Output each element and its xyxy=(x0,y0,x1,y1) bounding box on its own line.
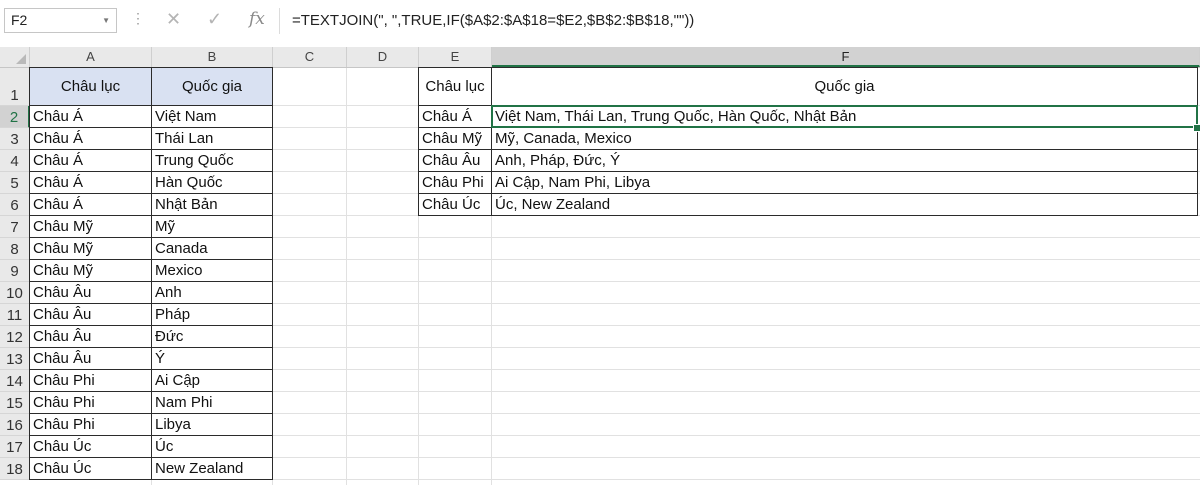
source-cell[interactable]: Châu Á xyxy=(30,194,152,216)
source-cell[interactable]: Châu Á xyxy=(30,150,152,172)
result-cell[interactable]: Úc, New Zealand xyxy=(492,194,1198,216)
source-cell[interactable]: New Zealand xyxy=(152,458,273,480)
formula-input[interactable]: =TEXTJOIN(", ",TRUE,IF($A$2:$A$18=$E2,$B… xyxy=(292,12,694,29)
result-cell[interactable]: Châu Mỹ xyxy=(419,128,492,150)
row-header-6[interactable]: 6 xyxy=(0,194,30,216)
source-cell[interactable]: Châu Âu xyxy=(30,348,152,370)
column-header-d[interactable]: D xyxy=(347,47,419,67)
source-cell[interactable]: Châu Á xyxy=(30,128,152,150)
result-cell[interactable]: Mỹ, Canada, Mexico xyxy=(492,128,1198,150)
select-all-button[interactable] xyxy=(0,47,30,67)
result-cell[interactable]: Châu Âu xyxy=(419,150,492,172)
row-header-18[interactable]: 18 xyxy=(0,458,30,480)
source-cell[interactable]: Châu Phi xyxy=(30,414,152,436)
source-cell[interactable]: Châu Âu xyxy=(30,326,152,348)
source-cell[interactable]: Châu Úc xyxy=(30,458,152,480)
column-headers: ABCDEF xyxy=(0,47,1200,68)
row-header-14[interactable]: 14 xyxy=(0,370,30,392)
source-cell[interactable]: Châu Á xyxy=(30,172,152,194)
row-header-17[interactable]: 17 xyxy=(0,436,30,458)
source-cell[interactable]: Ý xyxy=(152,348,273,370)
source-cell[interactable]: Châu Âu xyxy=(30,282,152,304)
result-header-cell[interactable]: Châu lục xyxy=(419,68,492,106)
source-cell[interactable]: Trung Quốc xyxy=(152,150,273,172)
source-cell[interactable]: Đức xyxy=(152,326,273,348)
row-header-2[interactable]: 2 xyxy=(0,106,30,128)
column-header-c[interactable]: C xyxy=(273,47,347,67)
result-cell[interactable]: Châu Á xyxy=(419,106,492,128)
source-cell[interactable]: Canada xyxy=(152,238,273,260)
row-header-16[interactable]: 16 xyxy=(0,414,30,436)
spreadsheet-grid: ABCDEF 1 2 3 4 5 6 7 8 9 10 11 12 13 14 15 16 17 18 Châu l… xyxy=(0,47,1200,485)
source-cell[interactable]: Châu Á xyxy=(30,106,152,128)
row-header-12[interactable]: 12 xyxy=(0,326,30,348)
row-header-5[interactable]: 5 xyxy=(0,172,30,194)
source-cell[interactable]: Nam Phi xyxy=(152,392,273,414)
source-cell[interactable]: Châu Phi xyxy=(30,370,152,392)
source-cell[interactable]: Pháp xyxy=(152,304,273,326)
result-cell[interactable]: Anh, Pháp, Đức, Ý xyxy=(492,150,1198,172)
chevron-down-icon[interactable]: ▼ xyxy=(102,9,110,32)
row-header-9[interactable]: 9 xyxy=(0,260,30,282)
column-header-a[interactable]: A xyxy=(30,47,152,67)
name-box[interactable]: F2 ▼ xyxy=(4,8,117,33)
result-cell[interactable]: Ai Cập, Nam Phi, Libya xyxy=(492,172,1198,194)
source-cell[interactable]: Việt Nam xyxy=(152,106,273,128)
row-header-4[interactable]: 4 xyxy=(0,150,30,172)
source-header-cell[interactable]: Quốc gia xyxy=(152,68,273,106)
row-header-10[interactable]: 10 xyxy=(0,282,30,304)
formula-bar-divider xyxy=(279,8,280,34)
source-cell[interactable]: Mexico xyxy=(152,260,273,282)
row-header-7[interactable]: 7 xyxy=(0,216,30,238)
source-cell[interactable]: Châu Phi xyxy=(30,392,152,414)
result-cell[interactable]: Việt Nam, Thái Lan, Trung Quốc, Hàn Quốc… xyxy=(492,106,1198,128)
row-header-11[interactable]: 11 xyxy=(0,304,30,326)
source-cell[interactable]: Châu Mỹ xyxy=(30,260,152,282)
source-cell[interactable]: Hàn Quốc xyxy=(152,172,273,194)
row-header-13[interactable]: 13 xyxy=(0,348,30,370)
source-cell[interactable]: Châu Úc xyxy=(30,436,152,458)
name-box-value: F2 xyxy=(11,12,28,28)
fx-icon[interactable]: fx xyxy=(249,9,265,29)
gridline xyxy=(346,68,347,485)
source-cell[interactable]: Úc xyxy=(152,436,273,458)
result-cell[interactable]: Châu Úc xyxy=(419,194,492,216)
source-cell[interactable]: Châu Mỹ xyxy=(30,216,152,238)
row-header-8[interactable]: 8 xyxy=(0,238,30,260)
source-cell[interactable]: Libya xyxy=(152,414,273,436)
formula-bar: F2 ▼ ⋮ ✕ ✓ fx =TEXTJOIN(", ",TRUE,IF($A$… xyxy=(0,0,1200,44)
source-cell[interactable]: Thái Lan xyxy=(152,128,273,150)
result-header-cell[interactable]: Quốc gia xyxy=(492,68,1198,106)
source-cell[interactable]: Châu Âu xyxy=(30,304,152,326)
column-header-f[interactable]: F xyxy=(492,47,1200,67)
more-options-icon: ⋮ xyxy=(131,10,145,26)
result-cell[interactable]: Châu Phi xyxy=(419,172,492,194)
fill-handle[interactable] xyxy=(1193,124,1200,132)
cancel-icon[interactable]: ✕ xyxy=(166,9,181,30)
source-cell[interactable]: Mỹ xyxy=(152,216,273,238)
source-cell[interactable]: Ai Cập xyxy=(152,370,273,392)
column-header-e[interactable]: E xyxy=(419,47,492,67)
row-header-1[interactable]: 1 xyxy=(0,68,30,106)
row-header-15[interactable]: 15 xyxy=(0,392,30,414)
row-header-3[interactable]: 3 xyxy=(0,128,30,150)
source-cell[interactable]: Anh xyxy=(152,282,273,304)
source-header-cell[interactable]: Châu lục xyxy=(30,68,152,106)
source-cell[interactable]: Châu Mỹ xyxy=(30,238,152,260)
column-header-b[interactable]: B xyxy=(152,47,273,67)
enter-icon[interactable]: ✓ xyxy=(207,9,222,30)
source-cell[interactable]: Nhật Bản xyxy=(152,194,273,216)
